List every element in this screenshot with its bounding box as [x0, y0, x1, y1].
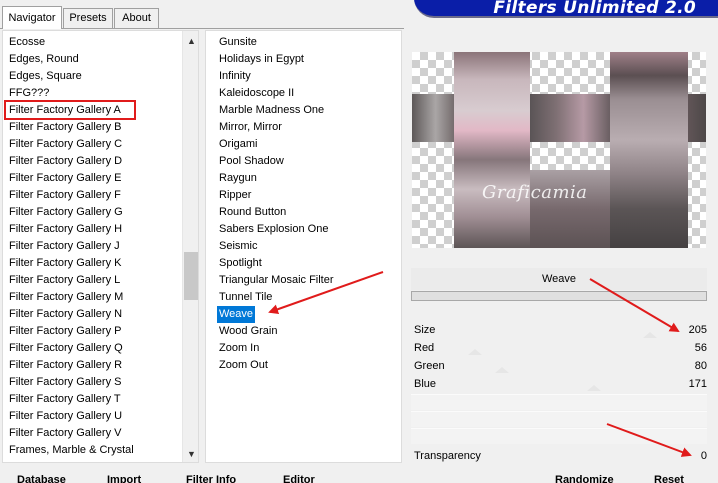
category-item[interactable]: Filter Factory Gallery C — [9, 136, 122, 153]
filter-list[interactable]: Gunsite Holidays in Egypt Infinity Kaleidos… — [205, 30, 402, 463]
filter-item[interactable]: Origami — [217, 136, 260, 153]
database-button[interactable]: Database — [17, 474, 66, 483]
param-value: 56 — [694, 342, 707, 354]
filter-item[interactable]: Raygun — [217, 170, 259, 187]
category-item[interactable]: Filter Factory Gallery K — [9, 255, 121, 272]
filter-item[interactable]: Sabers Explosion One — [217, 221, 330, 238]
category-item[interactable]: Filter Factory Gallery M — [9, 289, 123, 306]
category-item[interactable]: Filter Factory Gallery G — [9, 204, 123, 221]
filter-item[interactable]: Marble Madness One — [217, 102, 326, 119]
slider-marker — [468, 349, 482, 355]
category-item[interactable]: Filter Factory Gallery N — [9, 306, 122, 323]
category-item[interactable]: Filter Factory Gallery E — [9, 170, 121, 187]
filter-item-selected[interactable]: Weave — [217, 306, 256, 323]
param-red[interactable]: Red 56 — [411, 340, 707, 357]
filter-item[interactable]: Holidays in Egypt — [217, 51, 306, 68]
param-value: 205 — [688, 324, 707, 336]
scroll-down-icon[interactable]: ▼ — [183, 446, 198, 462]
filter-item[interactable]: Infinity — [217, 68, 253, 85]
slider-marker — [587, 385, 601, 391]
category-item[interactable]: Filter Factory Gallery F — [9, 187, 121, 204]
filter-name-label: Weave — [411, 268, 707, 290]
category-list[interactable]: Ecosse Edges, Round Edges, Square FFG??? Fil… — [2, 30, 199, 463]
filter-item[interactable]: Zoom In — [217, 340, 261, 357]
editor-button[interactable]: Editor — [283, 474, 315, 483]
filter-item[interactable]: Pool Shadow — [217, 153, 286, 170]
weave-band-horizontal-over — [530, 94, 610, 142]
filter-item[interactable]: Kaleidoscope II — [217, 85, 296, 102]
param-empty-row — [411, 428, 707, 444]
param-label: Green — [414, 360, 445, 372]
filter-item[interactable]: Seismic — [217, 238, 260, 255]
param-empty-row — [411, 411, 707, 427]
category-item[interactable]: Filter Factory Gallery P — [9, 323, 121, 340]
title-banner: Filters Unlimited 2.0 — [414, 0, 718, 18]
filter-item[interactable]: Round Button — [217, 204, 288, 221]
filter-item[interactable]: Gunsite — [217, 34, 259, 51]
param-value: 171 — [688, 378, 707, 390]
category-item[interactable]: Filter Factory Gallery Q — [9, 340, 123, 357]
filter-info-button[interactable]: Filter Info — [186, 474, 236, 483]
import-button[interactable]: Import — [107, 474, 141, 483]
filter-item[interactable]: Mirror, Mirror — [217, 119, 284, 136]
filter-item[interactable]: Tunnel Tile — [217, 289, 274, 306]
param-value: 80 — [694, 360, 707, 372]
filter-item[interactable]: Wood Grain — [217, 323, 280, 340]
category-item[interactable]: Filter Factory Gallery U — [9, 408, 122, 425]
filter-item[interactable]: Spotlight — [217, 255, 264, 272]
category-item[interactable]: Filter Factory Gallery S — [9, 374, 121, 391]
param-transparency[interactable]: Transparency 0 — [411, 448, 707, 465]
tab-about[interactable]: About — [114, 8, 159, 28]
scroll-up-icon[interactable]: ▲ — [183, 33, 198, 50]
slider-marker — [643, 332, 657, 338]
category-item[interactable]: Edges, Round — [9, 51, 79, 68]
transparency-value: 0 — [700, 450, 707, 462]
scroll-thumb[interactable] — [184, 252, 198, 300]
category-item[interactable]: Filter Factory Gallery T — [9, 391, 121, 408]
category-item[interactable]: Filter Factory Gallery V — [9, 425, 121, 442]
transparency-label: Transparency — [414, 450, 481, 462]
banner-title: Filters Unlimited 2.0 — [493, 0, 696, 18]
category-highlight-box — [4, 100, 136, 120]
filter-name-separator — [411, 291, 707, 301]
watermark: Graficamia — [482, 182, 588, 203]
filter-item[interactable]: Triangular Mosaic Filter — [217, 272, 336, 289]
category-item[interactable]: Edges, Square — [9, 68, 82, 85]
category-item[interactable]: Frames, Marble & Crystal — [9, 442, 134, 459]
category-item[interactable]: Ecosse — [9, 34, 45, 51]
category-item[interactable]: Filter Factory Gallery B — [9, 119, 121, 136]
category-item[interactable]: Filter Factory Gallery L — [9, 272, 120, 289]
category-item[interactable]: Filter Factory Gallery R — [9, 357, 122, 374]
filter-item[interactable]: Zoom Out — [217, 357, 270, 374]
reset-button[interactable]: Reset — [654, 474, 684, 483]
param-label: Blue — [414, 378, 437, 390]
param-empty-row — [411, 394, 707, 410]
slider-marker — [495, 367, 509, 373]
weave-band-vertical-left — [454, 52, 530, 248]
param-label: Red — [414, 342, 435, 354]
filter-item[interactable]: Ripper — [217, 187, 253, 204]
param-label: Size — [414, 324, 436, 336]
category-scrollbar[interactable]: ▲ ▼ — [182, 31, 198, 462]
tab-navigator[interactable]: Navigator — [2, 6, 62, 29]
category-item[interactable]: Filter Factory Gallery D — [9, 153, 122, 170]
param-size[interactable]: Size 205 — [411, 322, 707, 339]
param-green[interactable]: Green 80 — [411, 358, 707, 375]
category-item[interactable]: Filter Factory Gallery H — [9, 221, 122, 238]
tab-presets[interactable]: Presets — [63, 8, 113, 28]
randomize-button[interactable]: Randomize — [555, 474, 614, 483]
preview-image: Graficamia — [412, 52, 706, 248]
param-blue[interactable]: Blue 171 — [411, 376, 707, 393]
weave-band-vertical-right — [610, 52, 688, 248]
category-item[interactable]: Filter Factory Gallery J — [9, 238, 120, 255]
